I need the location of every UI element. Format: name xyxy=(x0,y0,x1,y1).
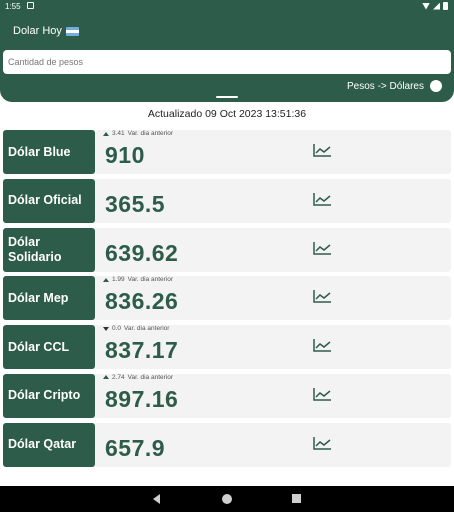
rate-price: 639.62 xyxy=(105,239,179,266)
variation-indicator: 2.74 Var. dia anterior xyxy=(103,374,173,381)
rate-row[interactable]: Dólar Cripto 2.74 Var. dia anterior 897.16 xyxy=(3,373,451,418)
variation-label: Var. dia anterior xyxy=(127,276,174,284)
arrow-down-icon xyxy=(103,326,109,331)
rate-row[interactable]: Dólar Mep 1.99 Var. dia anterior 836.26 xyxy=(3,276,451,321)
variation-value: 0.0 xyxy=(112,325,122,333)
app-title-text: Dolar Hoy xyxy=(13,25,62,37)
rate-row[interactable]: Dólar CCL 0.0 Var. dia anterior 837.17 xyxy=(3,325,451,370)
rate-row[interactable]: Dólar Oficial 365.5 xyxy=(3,178,451,223)
variation-value: 3.41 xyxy=(112,130,125,137)
variation-label: Var. dia anterior xyxy=(127,373,174,381)
arrow-up-icon xyxy=(103,277,109,282)
top-app-bar: 1:55 Dolar Hoy Pesos -> Dólares xyxy=(0,0,454,102)
argentina-flag-icon xyxy=(65,26,79,36)
currency-toggle[interactable] xyxy=(430,80,442,92)
status-time: 1:55 xyxy=(5,2,21,11)
rate-row[interactable]: Dólar Blue 3.41 Var. dia anterior 910 xyxy=(3,130,451,174)
rate-price: 365.5 xyxy=(105,190,166,217)
status-icons xyxy=(422,2,448,10)
status-bar: 1:55 xyxy=(0,0,454,14)
rate-name: Dólar Mep xyxy=(3,276,95,321)
rate-row[interactable]: Dólar Qatar 657.9 xyxy=(3,422,451,467)
rate-name: Dólar Solidario xyxy=(3,227,95,272)
signal-icon xyxy=(433,2,440,10)
drag-handle[interactable] xyxy=(216,96,238,98)
system-nav-bar xyxy=(0,486,454,512)
back-icon[interactable] xyxy=(153,494,160,504)
rate-price: 910 xyxy=(105,142,145,168)
arrow-up-icon xyxy=(103,131,109,136)
pesos-amount-input[interactable] xyxy=(3,50,451,74)
chart-icon[interactable] xyxy=(311,190,333,208)
rate-price: 836.26 xyxy=(105,288,179,315)
wifi-icon xyxy=(422,2,430,10)
recents-icon[interactable] xyxy=(292,494,301,503)
variation-label: Var. dia anterior xyxy=(124,325,170,333)
variation-value: 1.99 xyxy=(112,276,125,284)
chart-icon[interactable] xyxy=(311,434,333,452)
rate-name: Dólar Oficial xyxy=(3,178,95,223)
chart-icon[interactable] xyxy=(311,336,333,354)
home-icon[interactable] xyxy=(222,494,232,504)
rate-price: 657.9 xyxy=(105,434,166,461)
rates-list: Dólar Blue 3.41 Var. dia anterior 910 Dólar … xyxy=(3,130,451,472)
rate-row[interactable]: Dólar Solidario 639.62 xyxy=(3,227,451,272)
chart-icon[interactable] xyxy=(311,239,333,257)
app-title: Dolar Hoy xyxy=(13,25,79,37)
arrow-up-icon xyxy=(103,375,109,380)
chart-icon[interactable] xyxy=(311,385,333,403)
battery-icon xyxy=(443,2,448,10)
last-updated-text: Actualizado 09 Oct 2023 13:51:36 xyxy=(147,108,307,120)
chart-icon[interactable] xyxy=(311,141,333,159)
notification-icon xyxy=(27,2,34,9)
variation-indicator: 1.99 Var. dia anterior xyxy=(103,276,173,283)
rate-name: Dólar CCL xyxy=(3,325,95,370)
variation-indicator: 3.41 Var. dia anterior xyxy=(103,130,173,137)
variation-indicator: 0.0 Var. dia anterior xyxy=(103,325,169,332)
variation-value: 2.74 xyxy=(112,373,125,381)
rate-price: 837.17 xyxy=(105,337,179,364)
rate-price: 897.16 xyxy=(105,385,179,412)
chart-icon[interactable] xyxy=(311,287,333,305)
currency-toggle-label: Pesos -> Dólares xyxy=(347,81,424,92)
variation-label: Var. dia anterior xyxy=(127,130,174,137)
rate-name: Dólar Blue xyxy=(3,130,95,174)
rate-name: Dólar Cripto xyxy=(3,373,95,418)
app-screen: 1:55 Dolar Hoy Pesos -> Dólares Actualiz… xyxy=(0,0,454,512)
rate-name: Dólar Qatar xyxy=(3,422,95,467)
